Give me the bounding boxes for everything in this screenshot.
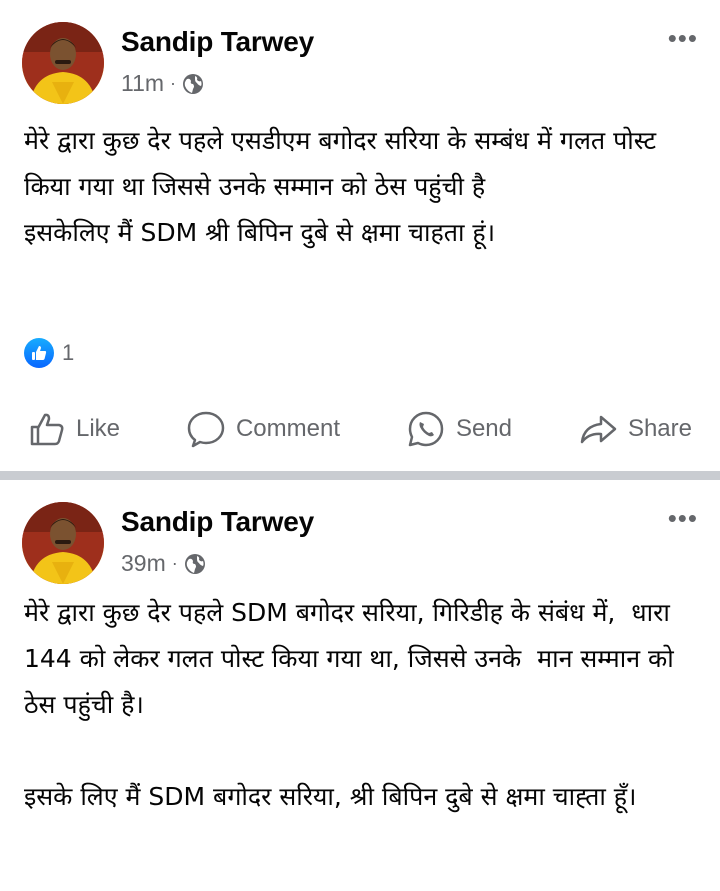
more-options-icon[interactable]: ••• (668, 25, 698, 51)
post-text: मेरे द्वारा कुछ देर पहले SDM बगोदर सरिया… (24, 598, 674, 811)
globe-icon[interactable] (182, 73, 204, 95)
post-text: मेरे द्वारा कुछ देर पहले एसडीएम बगोदर सर… (24, 126, 657, 247)
meta-separator: · (170, 73, 177, 93)
comment-button[interactable]: Comment (186, 409, 340, 449)
post-card: Sandip Tarwey 11m · ••• मेरे द्वारा कुछ … (0, 0, 720, 471)
send-button[interactable]: Send (406, 409, 512, 449)
globe-icon[interactable] (184, 553, 206, 575)
comment-label: Comment (235, 415, 340, 442)
post-time[interactable]: 39m (121, 550, 166, 577)
reaction-count: 1 (62, 340, 75, 365)
send-label: Send (455, 415, 512, 442)
post-actions: Like Comment Send Share (0, 404, 720, 454)
like-reaction-icon (24, 338, 54, 368)
post-meta: 11m · (121, 70, 204, 97)
author-avatar[interactable] (22, 502, 104, 584)
meta-separator: · (171, 553, 178, 573)
comment-icon (187, 411, 225, 448)
post-meta: 39m · (121, 550, 206, 577)
author-avatar[interactable] (22, 22, 104, 104)
share-icon (580, 415, 617, 444)
author-name[interactable]: Sandip Tarwey (121, 26, 314, 58)
like-label: Like (76, 415, 121, 442)
reaction-summary[interactable]: 1 (24, 338, 74, 368)
share-button[interactable]: Share (578, 409, 692, 449)
post-time[interactable]: 11m (121, 70, 164, 97)
share-label: Share (627, 415, 692, 442)
more-options-icon[interactable]: ••• (668, 505, 698, 531)
like-icon (30, 413, 64, 446)
author-name[interactable]: Sandip Tarwey (121, 506, 314, 538)
like-button[interactable]: Like (28, 410, 120, 448)
post-separator (0, 471, 720, 480)
post-card: Sandip Tarwey 39m · ••• मेरे द्वारा कुछ … (0, 480, 720, 891)
whatsapp-icon (408, 411, 444, 447)
